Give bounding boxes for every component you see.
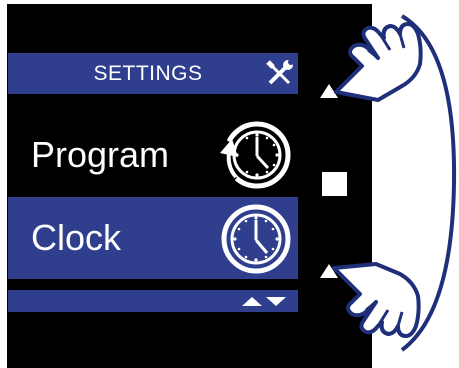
menu-item-clock[interactable]: Clock	[8, 197, 298, 279]
menu-item-label: Program	[31, 134, 170, 175]
clock-icon	[212, 202, 292, 274]
scroll-footer	[8, 290, 298, 312]
settings-header: SETTINGS	[8, 53, 298, 94]
page-title: SETTINGS	[93, 62, 203, 85]
scroll-up-down-icon	[240, 294, 290, 308]
menu-item-program[interactable]: Program	[8, 114, 298, 196]
wrench-screwdriver-icon	[265, 59, 295, 88]
menu-item-label: Clock	[31, 217, 122, 258]
swipe-arc-icon	[380, 8, 459, 358]
select-button[interactable]	[322, 172, 347, 196]
clock-cycle-icon	[212, 119, 292, 191]
